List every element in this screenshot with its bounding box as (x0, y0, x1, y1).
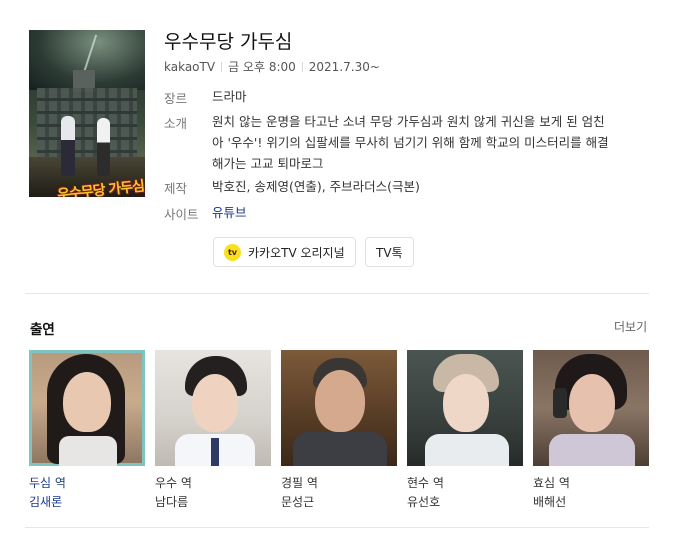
cast-face (192, 374, 238, 432)
cast-clothing (549, 434, 635, 466)
cast-card[interactable]: 우수 역 남다름 (155, 350, 271, 509)
synopsis-line: 해가는 고교 퇴마로그 (212, 156, 324, 171)
tvtalk-button[interactable]: TV톡 (365, 237, 414, 267)
production-label: 제작 (164, 181, 188, 196)
air-time: 금 오후 8:00 (228, 60, 296, 74)
synopsis-label: 소개 (164, 116, 188, 131)
cast-name[interactable]: 유선호 (407, 493, 440, 510)
cast-photo[interactable] (407, 350, 523, 466)
cast-role: 우수 역 (155, 476, 192, 490)
poster-school-building (37, 88, 137, 158)
tvtalk-label: TV톡 (376, 245, 403, 260)
cast-more-link[interactable]: 더보기 (614, 318, 647, 335)
show-poster[interactable]: 우수무당 가두심 (29, 30, 145, 197)
synopsis-line: 원치 않는 운명을 타고난 소녀 무당 가두심과 원치 않게 귀신을 보게 된 … (212, 114, 605, 129)
cast-face (63, 372, 111, 432)
cast-name[interactable]: 김새론 (29, 493, 62, 510)
cast-clothing (293, 432, 387, 466)
cast-photo[interactable] (281, 350, 397, 466)
genre-label: 장르 (164, 91, 188, 106)
synopsis-text: 원치 않는 운명을 타고난 소녀 무당 가두심과 원치 않게 귀신을 보게 된 … (212, 111, 632, 174)
cast-face (443, 374, 489, 432)
channel-name: kakaoTV (164, 59, 216, 74)
cast-tie (211, 438, 219, 466)
synopsis-line: 아 '우수'! 위기의 십팔세를 무사히 넘기기 위해 함께 학교의 미스터리를… (212, 135, 609, 150)
kakaotv-icon: tv (224, 243, 241, 261)
cast-role: 현수 역 (407, 476, 444, 490)
site-label: 사이트 (164, 207, 199, 222)
production-value: 박호진, 송제영(연출), 주브라더스(극본) (212, 179, 420, 194)
cast-card[interactable]: 효심 역 배해선 (533, 350, 649, 509)
kakaotv-original-label: 카카오TV 오리지널 (248, 245, 345, 260)
cast-photo[interactable] (155, 350, 271, 466)
poster-figure-boy (61, 116, 75, 176)
cast-photo[interactable] (533, 350, 649, 466)
cast-face (315, 370, 365, 432)
cast-name[interactable]: 배해선 (533, 493, 566, 510)
cast-phone (553, 388, 567, 418)
cast-photo[interactable] (29, 350, 145, 466)
air-date: 2021.7.30~ (308, 59, 380, 74)
cast-card[interactable]: 두심 역 김새론 (29, 350, 145, 509)
cast-name[interactable]: 문성근 (281, 493, 314, 510)
site-link-youtube[interactable]: 유튜브 (212, 202, 247, 223)
cast-role: 경필 역 (281, 476, 318, 490)
cast-section-title: 출연 (30, 322, 55, 338)
cast-role: 효심 역 (533, 476, 570, 490)
cast-name[interactable]: 남다름 (155, 493, 188, 510)
cast-face (569, 374, 615, 432)
cast-clothing (425, 434, 509, 466)
bottom-divider (25, 527, 649, 528)
cast-clothing (59, 436, 117, 466)
show-meta: kakaoTV 금 오후 8:00 2021.7.30~ (164, 58, 380, 75)
cast-card[interactable]: 경필 역 문성근 (281, 350, 397, 509)
poster-figure-girl (97, 118, 110, 176)
cast-role: 두심 역 (29, 476, 66, 490)
meta-divider (301, 61, 303, 72)
section-divider (25, 293, 649, 294)
genre-value: 드라마 (212, 89, 247, 104)
kakaotv-original-button[interactable]: tv 카카오TV 오리지널 (213, 237, 356, 267)
meta-divider (221, 61, 223, 72)
show-title[interactable]: 우수무당 가두심 (164, 27, 292, 54)
cast-card[interactable]: 현수 역 유선호 (407, 350, 523, 509)
